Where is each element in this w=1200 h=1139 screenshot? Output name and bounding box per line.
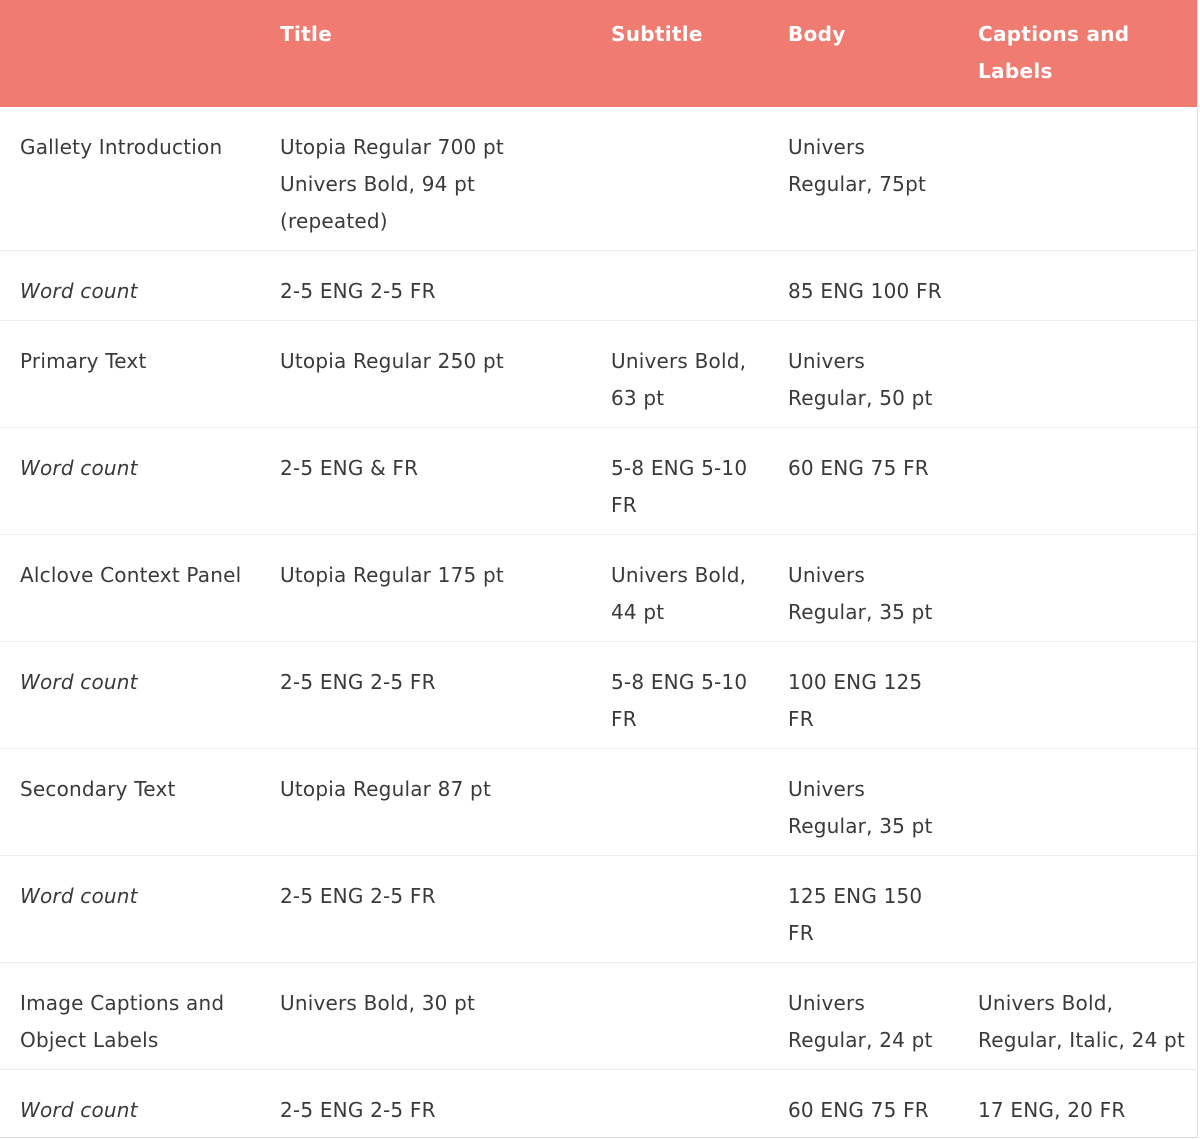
subtitle-cell <box>591 855 768 963</box>
table-row: Word count 2-5 ENG 2-5 FR 85 ENG 100 FR <box>0 250 1197 321</box>
body-cell: Univers Regular, 50 pt <box>768 320 958 428</box>
title-cell: Utopia Regular 87 pt <box>260 748 591 856</box>
body-cell: Univers Regular, 75pt <box>768 107 958 251</box>
typography-table-container: Title Subtitle Body Captions and Labels … <box>0 0 1198 1138</box>
captions-cell: Univers Bold, Regular, Italic, 24 pt <box>958 962 1197 1070</box>
title-cell: Utopia Regular 250 pt <box>260 320 591 428</box>
subtitle-cell <box>591 748 768 856</box>
subtitle-cell: Univers Bold, 63 pt <box>591 320 768 428</box>
table-row: Word count 2-5 ENG 2-5 FR 125 ENG 150 FR <box>0 855 1197 963</box>
header-body: Body <box>788 22 846 46</box>
table-row: Word count 2-5 ENG & FR 5-8 ENG 5-10 FR … <box>0 427 1197 535</box>
body-cell: Univers Regular, 35 pt <box>768 748 958 856</box>
body-cell: Univers Regular, 35 pt <box>768 534 958 642</box>
table-header-row: Title Subtitle Body Captions and Labels <box>0 0 1197 107</box>
table-row: Alclove Context Panel Utopia Regular 175… <box>0 534 1197 642</box>
row-label: Word count <box>0 250 260 321</box>
captions-cell <box>958 534 1197 642</box>
table-row: Image Captions and Object Labels Univers… <box>0 962 1197 1070</box>
subtitle-cell: 5-8 ENG 5-10 FR <box>591 427 768 535</box>
title-cell: Utopia Regular 175 pt <box>260 534 591 642</box>
body-cell: 60 ENG 75 FR <box>788 1097 929 1122</box>
table-row: Gallety Introduction Utopia Regular 700 … <box>0 107 1197 251</box>
row-label: Secondary Text <box>0 748 260 856</box>
title-line: Univers Bold, 94 pt <box>280 172 476 196</box>
title-cell: 2-5 ENG 2-5 FR <box>260 641 591 749</box>
header-title: Title <box>280 22 332 46</box>
row-label: Word count <box>0 641 260 749</box>
captions-cell: 17 ENG, 20 FR <box>978 1097 1126 1122</box>
table-row: Word count 2-5 ENG 2-5 FR 5-8 ENG 5-10 F… <box>0 641 1197 749</box>
table-row: Secondary Text Utopia Regular 87 pt Univ… <box>0 748 1197 856</box>
captions-cell <box>958 641 1197 749</box>
subtitle-cell: 5-8 ENG 5-10 FR <box>591 641 768 749</box>
subtitle-cell <box>591 1069 768 1137</box>
captions-cell <box>958 320 1197 428</box>
title-cell: 2-5 ENG & FR <box>260 427 591 535</box>
header-subtitle: Subtitle <box>611 22 703 46</box>
row-label: Word count <box>20 1097 138 1122</box>
header-row-label <box>0 0 260 107</box>
body-cell: Univers Regular, 24 pt <box>768 962 958 1070</box>
title-line: (repeated) <box>280 209 388 233</box>
row-label: Word count <box>0 855 260 963</box>
captions-cell <box>958 107 1197 251</box>
captions-cell <box>958 748 1197 856</box>
header-captions: Captions and Labels <box>978 22 1130 83</box>
row-label: Alclove Context Panel <box>0 534 260 642</box>
row-label: Word count <box>0 427 260 535</box>
row-label: Image Captions and Object Labels <box>0 962 260 1070</box>
title-cell: 2-5 ENG 2-5 FR <box>280 1097 436 1122</box>
subtitle-cell: Univers Bold, 44 pt <box>591 534 768 642</box>
title-cell: 2-5 ENG 2-5 FR <box>260 855 591 963</box>
subtitle-cell <box>591 962 768 1070</box>
table-row: Primary Text Utopia Regular 250 pt Unive… <box>0 320 1197 428</box>
typography-spec-table: Title Subtitle Body Captions and Labels … <box>0 0 1197 1137</box>
title-line: Utopia Regular 700 pt <box>280 135 504 159</box>
captions-cell <box>958 855 1197 963</box>
captions-cell <box>958 250 1197 321</box>
row-label: Primary Text <box>0 320 260 428</box>
row-label: Gallety Introduction <box>0 107 260 251</box>
body-cell: 125 ENG 150 FR <box>768 855 958 963</box>
body-cell: 100 ENG 125 FR <box>768 641 958 749</box>
captions-cell <box>958 427 1197 535</box>
body-cell: 60 ENG 75 FR <box>768 427 958 535</box>
table-row: Word count 2-5 ENG 2-5 FR 60 ENG 75 FR 1… <box>0 1069 1197 1137</box>
title-cell: Univers Bold, 30 pt <box>260 962 591 1070</box>
subtitle-cell <box>591 107 768 251</box>
title-cell: 2-5 ENG 2-5 FR <box>260 250 591 321</box>
title-cell: Utopia Regular 700 pt Univers Bold, 94 p… <box>260 107 591 251</box>
body-cell: 85 ENG 100 FR <box>768 250 958 321</box>
subtitle-cell <box>591 250 768 321</box>
